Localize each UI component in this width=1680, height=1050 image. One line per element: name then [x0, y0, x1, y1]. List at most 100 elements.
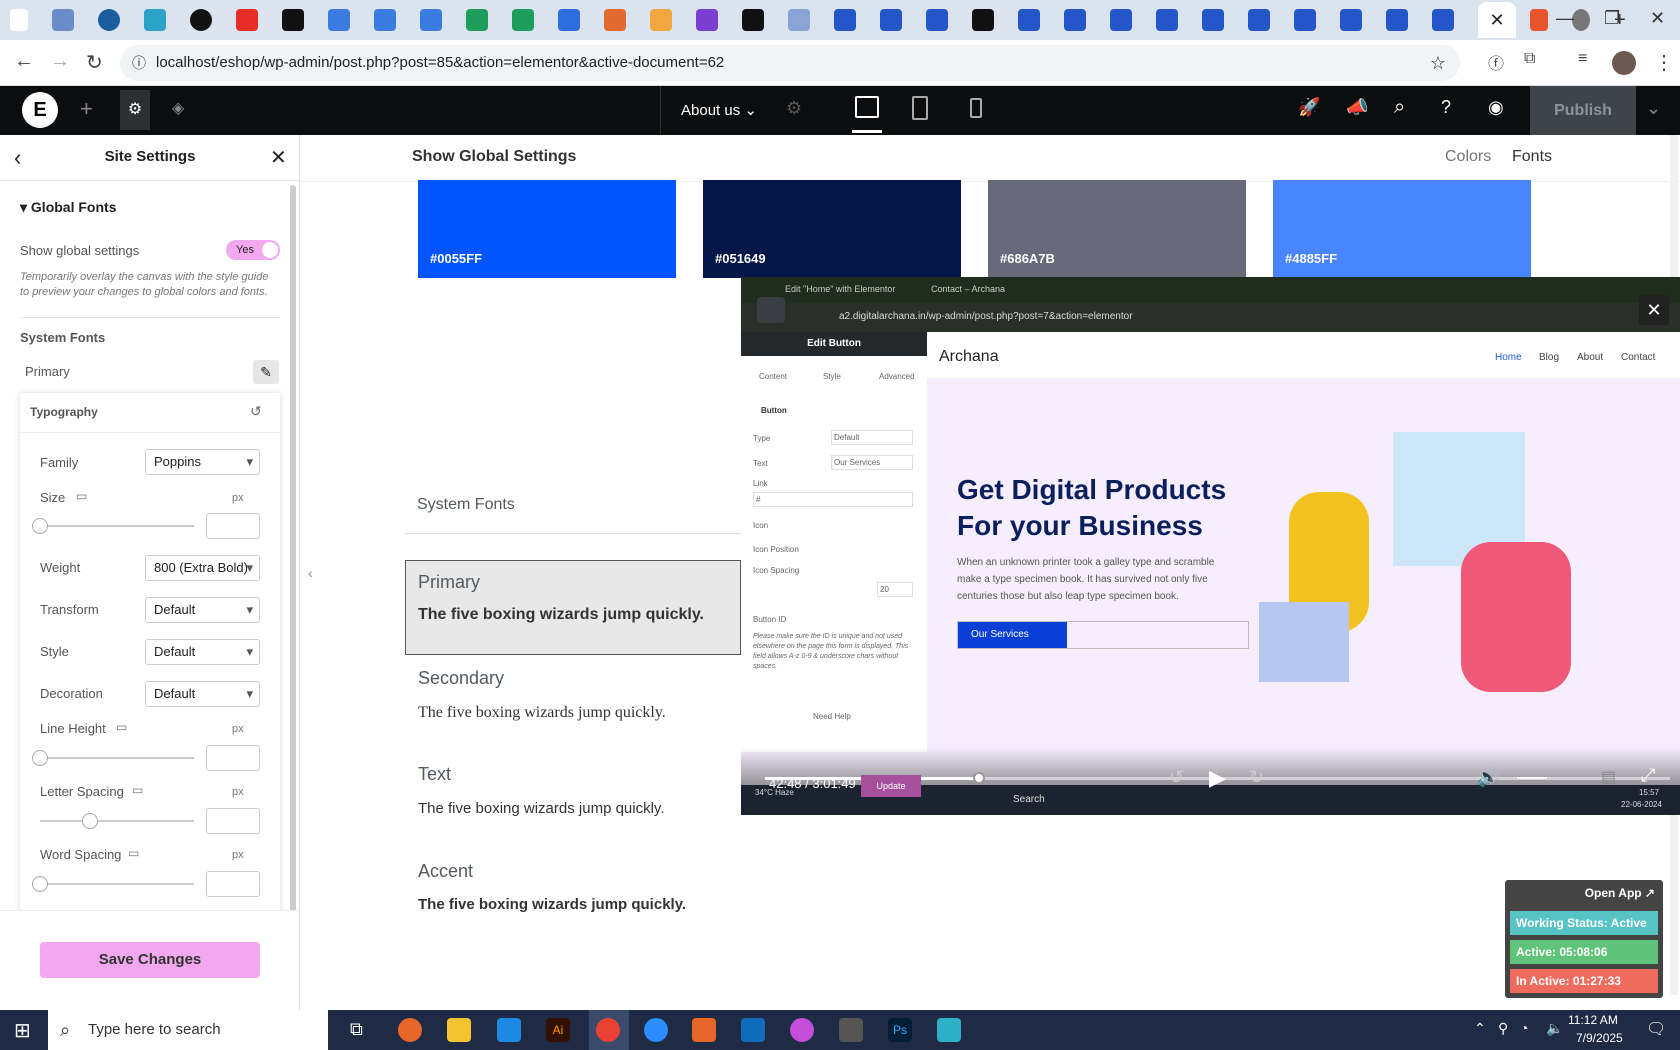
tab-favicon[interactable]	[420, 9, 442, 31]
tab-fonts[interactable]: Fonts	[1512, 148, 1552, 166]
file-explorer-icon[interactable]	[447, 1018, 471, 1042]
illustrator-icon[interactable]: Ai	[546, 1018, 570, 1042]
app-icon[interactable]	[790, 1018, 814, 1042]
letter-spacing-input[interactable]	[206, 808, 260, 834]
forward-icon[interactable]: ↻	[1249, 767, 1264, 788]
notifications-icon[interactable]: 🗨	[1646, 1019, 1666, 1039]
slider-handle[interactable]	[82, 813, 98, 829]
restore-icon[interactable]: ❐	[1604, 8, 1620, 29]
tab-favicon[interactable]	[328, 9, 350, 31]
taskbar-search-input[interactable]: ⌕ Type here to search	[48, 1010, 328, 1050]
volume-slider[interactable]	[1517, 777, 1547, 779]
color-swatch[interactable]: #686A7B	[988, 180, 1246, 278]
wifi-icon[interactable]: ◔	[1520, 1020, 1528, 1036]
show-global-toggle[interactable]: Yes	[226, 240, 280, 260]
taskbar-date[interactable]: 7/9/2025	[1576, 1031, 1623, 1045]
zoom-icon[interactable]	[644, 1018, 668, 1042]
size-unit[interactable]: px	[232, 492, 244, 504]
close-icon[interactable]: ✕	[270, 145, 287, 170]
task-view-icon[interactable]: ⧉	[350, 1019, 363, 1040]
page-selector[interactable]: About us ⌄	[660, 86, 774, 135]
chrome-icon[interactable]	[596, 1018, 620, 1042]
tab-favicon[interactable]	[1064, 9, 1086, 31]
rewind-icon[interactable]: ↺	[1169, 767, 1184, 788]
responsive-desktop-icon[interactable]: ▭	[76, 489, 87, 503]
video-progress-handle[interactable]	[972, 772, 985, 784]
tab-favicon[interactable]	[1202, 9, 1224, 31]
size-slider[interactable]	[32, 518, 194, 534]
line-height-unit[interactable]: px	[232, 723, 244, 735]
weight-select[interactable]: 800 (Extra Bold)	[145, 555, 260, 581]
launch-rocket-icon[interactable]: 🚀	[1298, 97, 1320, 118]
desktop-view-icon[interactable]	[855, 96, 879, 118]
site-info-icon[interactable]: ⓘ	[132, 45, 146, 81]
tab-favicon[interactable]	[374, 9, 396, 31]
xampp-icon[interactable]	[692, 1018, 716, 1042]
vscode-icon[interactable]	[497, 1018, 521, 1042]
firefox-icon[interactable]	[398, 1018, 422, 1042]
tab-favicon[interactable]	[144, 9, 166, 31]
tab-favicon[interactable]	[1110, 9, 1132, 31]
tab-favicon[interactable]	[972, 9, 994, 31]
responsive-desktop-icon[interactable]: ▭	[128, 846, 139, 860]
tab-favicon[interactable]	[880, 9, 902, 31]
minimize-icon[interactable]: —	[1556, 8, 1574, 29]
network-icon[interactable]: ⚲	[1498, 1020, 1508, 1037]
decoration-select[interactable]: Default	[145, 681, 260, 707]
family-select[interactable]: Poppins	[145, 449, 260, 475]
tablet-view-icon[interactable]	[912, 96, 928, 120]
tab-favicon[interactable]	[696, 9, 718, 31]
outlook-icon[interactable]	[741, 1018, 765, 1042]
save-changes-button[interactable]: Save Changes	[40, 942, 260, 978]
avatar[interactable]	[1612, 51, 1636, 75]
play-icon[interactable]: ▶	[1209, 765, 1226, 791]
word-spacing-input[interactable]	[206, 871, 260, 897]
preview-eye-icon[interactable]: ◉	[1488, 97, 1504, 118]
tab-favicon[interactable]	[190, 9, 212, 31]
windows-start-icon[interactable]: ⊞	[14, 1018, 31, 1043]
tab-favicon[interactable]	[512, 9, 534, 31]
app-icon[interactable]	[937, 1018, 961, 1042]
line-height-input[interactable]	[206, 745, 260, 771]
tab-favicon[interactable]	[742, 9, 764, 31]
tab-favicon[interactable]	[1018, 9, 1040, 31]
reset-icon[interactable]: ↺	[250, 403, 262, 420]
extension-icon[interactable]: ⓕ	[1488, 50, 1504, 74]
page-settings-gear-icon[interactable]: ⚙	[786, 98, 802, 119]
structure-icon[interactable]: ◈	[172, 98, 184, 118]
tab-favicon[interactable]	[1340, 9, 1362, 31]
slider-handle[interactable]	[32, 750, 48, 766]
video-screen-icon[interactable]	[757, 297, 785, 323]
tab-list-button[interactable]	[10, 9, 28, 31]
tab-favicon[interactable]	[834, 9, 856, 31]
search-icon[interactable]: ⌕	[1394, 96, 1405, 119]
forward-icon[interactable]: →	[50, 50, 70, 73]
notifications-megaphone-icon[interactable]: 📣	[1346, 97, 1368, 118]
letter-spacing-slider[interactable]	[40, 813, 194, 829]
size-input[interactable]	[206, 513, 260, 539]
collapse-panel-icon[interactable]: ‹	[308, 565, 313, 581]
close-video-icon[interactable]: ✕	[1639, 295, 1669, 325]
picture-in-picture-video[interactable]: Edit "Home" with Elementor Contact – Arc…	[741, 277, 1680, 815]
tab-favicon[interactable]	[1572, 9, 1590, 31]
tab-favicon[interactable]	[282, 9, 304, 31]
tab-favicon[interactable]	[98, 9, 120, 31]
tab-colors[interactable]: Colors	[1445, 148, 1491, 166]
tray-chevron-up-icon[interactable]: ⌃	[1474, 1020, 1486, 1037]
color-swatch[interactable]: #051649	[703, 180, 961, 278]
responsive-desktop-icon[interactable]: ▭	[116, 720, 127, 734]
tab-favicon[interactable]	[1432, 9, 1454, 31]
puzzle-icon[interactable]: ⧉	[1524, 50, 1535, 68]
add-element-icon[interactable]: +	[80, 96, 93, 122]
tab-favicon[interactable]	[1386, 9, 1408, 31]
tab-favicon[interactable]	[1294, 9, 1316, 31]
tab-favicon[interactable]	[466, 9, 488, 31]
word-spacing-unit[interactable]: px	[232, 849, 244, 861]
tab-favicon[interactable]	[650, 9, 672, 31]
window-close-icon[interactable]: ✕	[1650, 8, 1665, 29]
word-spacing-slider[interactable]	[32, 876, 194, 892]
letter-spacing-unit[interactable]: px	[232, 786, 244, 798]
edit-pencil-icon[interactable]: ✎	[253, 360, 279, 384]
bookmark-star-icon[interactable]: ☆	[1430, 45, 1446, 81]
mobile-view-icon[interactable]	[970, 98, 982, 118]
